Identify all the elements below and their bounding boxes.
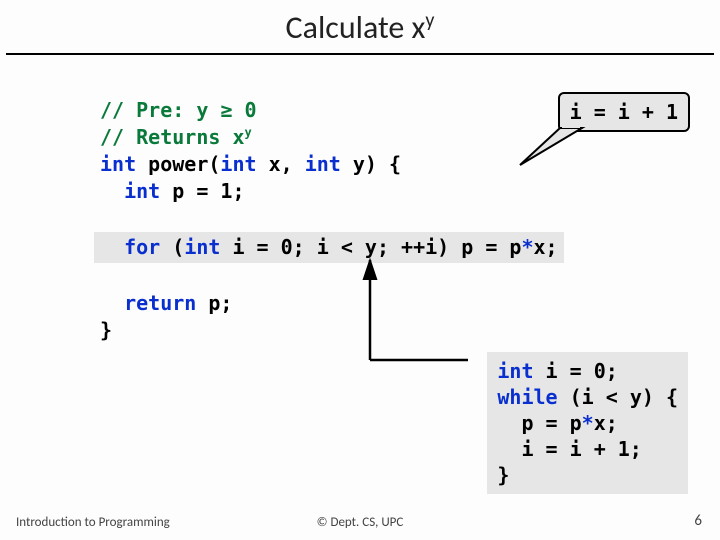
title-base: Calculate x (286, 8, 426, 47)
sig-line: int power(int x, int y) { (100, 152, 401, 176)
page-number: 6 (694, 512, 702, 530)
title-sup: y (425, 8, 434, 32)
return-line: return p; (100, 291, 232, 315)
footer-center: © Dept. CS, UPC (0, 515, 720, 530)
comment-returns: // Returns xy (100, 125, 252, 149)
code-block: // Pre: y ≥ 0 // Returns xy int power(in… (100, 70, 564, 344)
decl-line: int p = 1; (100, 179, 245, 203)
callout-box: i = i + 1 (558, 92, 690, 132)
close-brace: } (100, 318, 112, 342)
callout-text: i = i + 1 (570, 100, 678, 124)
while-equivalent: int i = 0; while (i < y) { p = p*x; i = … (487, 352, 688, 494)
comment-pre: // Pre: y ≥ 0 (100, 98, 257, 122)
slide-title: Calculate xy (6, 0, 714, 55)
for-line: for (int i = 0; i < y; ++i) p = p*x; (94, 232, 564, 263)
